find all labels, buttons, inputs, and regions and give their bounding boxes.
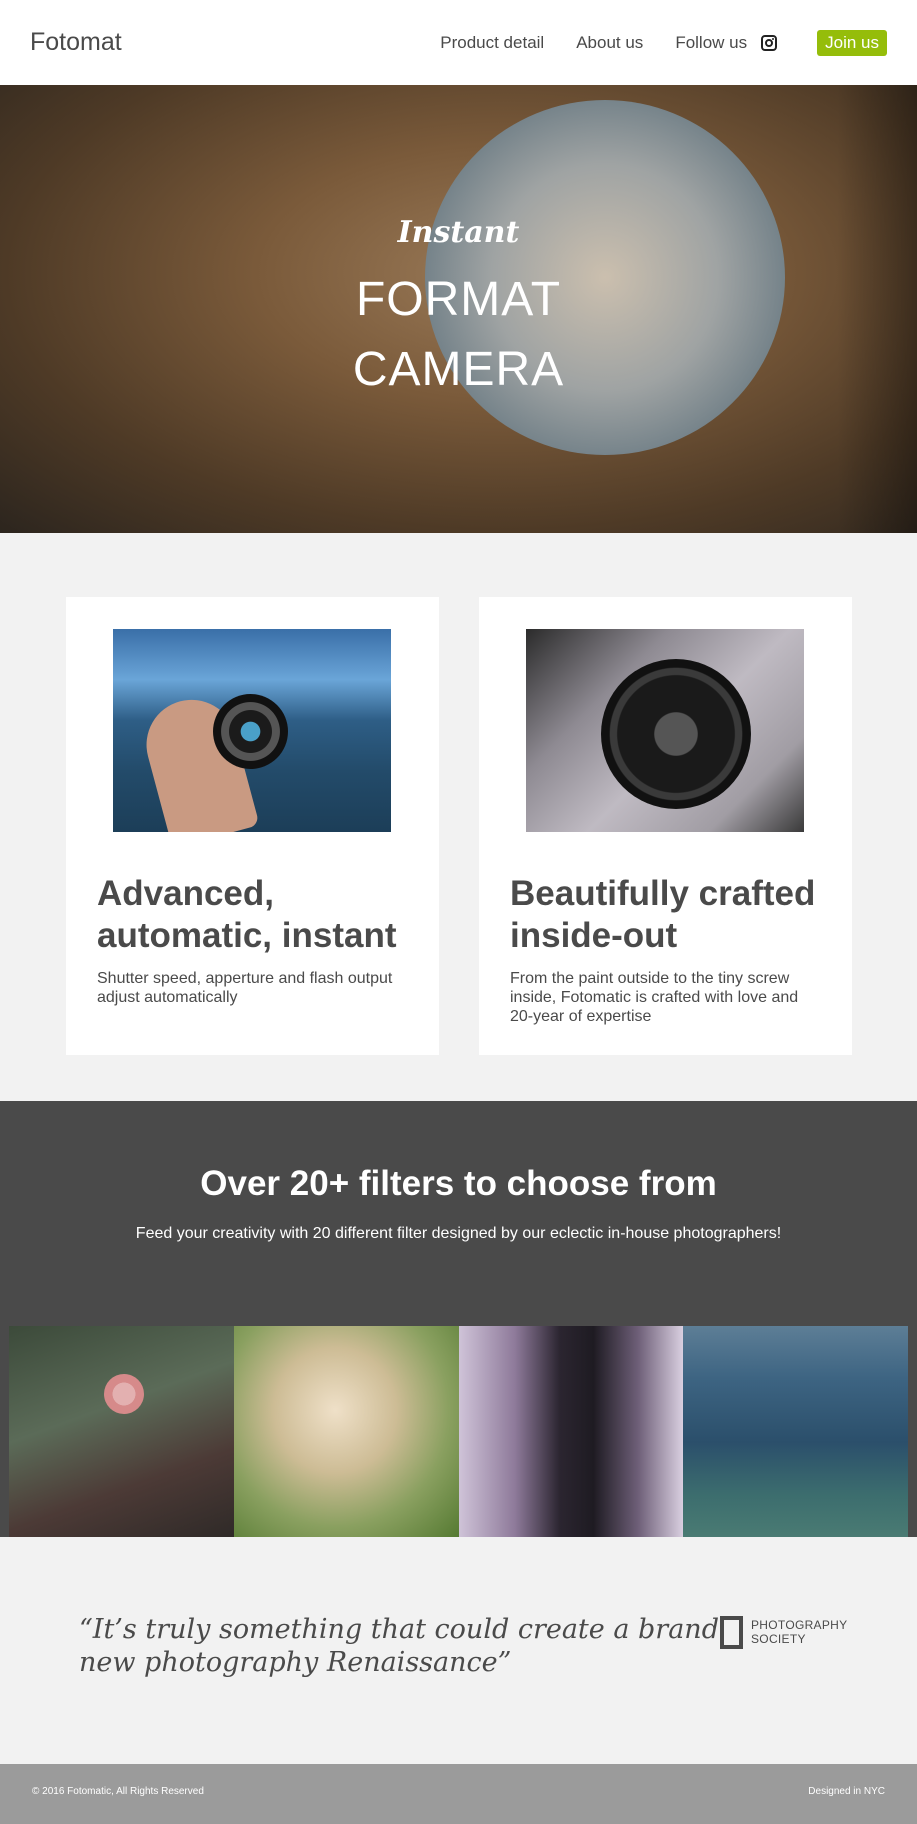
camera-lens-icon: [601, 659, 751, 809]
filter-photo-mountains[interactable]: [683, 1326, 908, 1537]
filters-subtitle: Feed your creativity with 20 different f…: [135, 1225, 782, 1242]
main-nav: Product detail About us Follow us Join u…: [408, 0, 887, 85]
filter-photo-blossom[interactable]: [233, 1326, 459, 1537]
testimonial-section: “It’s truly something that could create …: [0, 1537, 917, 1764]
testimonial-source: PHOTOGRAPHY SOCIETY: [751, 1618, 848, 1646]
nav-product-detail[interactable]: Product detail: [440, 33, 544, 53]
feature-card: Advanced, automatic, instant Shutter spe…: [66, 597, 439, 1055]
lens-lake-image: [113, 629, 391, 832]
designed-in-text: Designed in NYC: [808, 1786, 885, 1797]
nav-about-us[interactable]: About us: [576, 33, 643, 53]
feature-title: Beautifully crafted inside-out: [510, 874, 816, 955]
feature-text: From the paint outside to the tiny screw…: [510, 970, 799, 1025]
filters-title: Over 20+ filters to choose from: [200, 1164, 717, 1203]
copyright-text: © 2016 Fotomatic, All Rights Reserved: [32, 1786, 204, 1797]
filter-photo-camera-person[interactable]: [458, 1326, 684, 1537]
filter-gallery: [9, 1326, 908, 1537]
brand-logo[interactable]: Fotomat: [30, 28, 122, 57]
filters-section: Over 20+ filters to choose from Feed you…: [0, 1101, 917, 1537]
hero-banner: Instant FORMAT CAMERA: [0, 85, 917, 533]
site-footer: © 2016 Fotomatic, All Rights Reserved De…: [0, 1764, 917, 1824]
instagram-icon[interactable]: [761, 34, 778, 51]
site-header: Fotomat Product detail About us Follow u…: [0, 0, 917, 85]
feature-title: Advanced, automatic, instant: [97, 874, 397, 955]
society-logo-icon: [720, 1616, 743, 1649]
filter-photo-flower[interactable]: [9, 1326, 234, 1537]
feature-text: Shutter speed, apperture and flash outpu…: [97, 970, 393, 1006]
hero-title: FORMAT CAMERA: [352, 273, 565, 396]
nav-follow-us[interactable]: Follow us: [675, 33, 747, 53]
join-us-button[interactable]: Join us: [817, 29, 887, 56]
feature-card: Beautifully crafted inside-out From the …: [479, 597, 852, 1055]
camera-closeup-image: [526, 629, 804, 832]
features-section: Advanced, automatic, instant Shutter spe…: [0, 533, 917, 1101]
lens-icon: [213, 694, 288, 769]
hero-script-text: Instant: [397, 215, 520, 250]
testimonial-quote: “It’s truly something that could create …: [79, 1614, 719, 1678]
